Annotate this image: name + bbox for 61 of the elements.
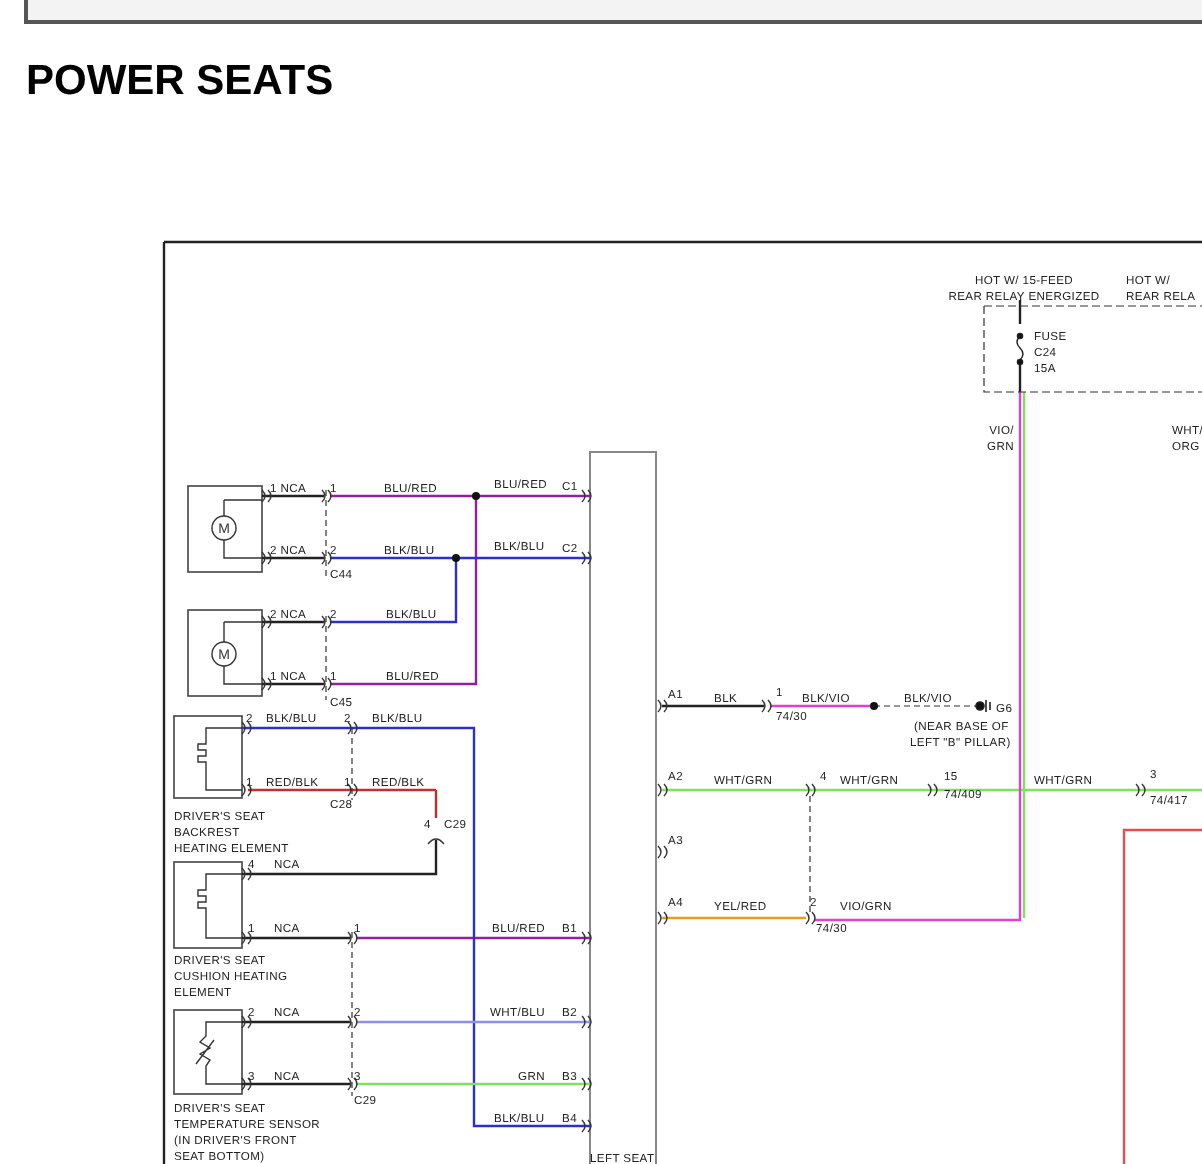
connector-icon: [657, 911, 668, 925]
connector-icon: [1135, 783, 1146, 797]
motor-box: [187, 609, 263, 697]
connector-icon: [321, 551, 332, 565]
connector-icon: [427, 838, 445, 845]
connector-icon: [241, 931, 252, 945]
page-heading: POWER SEATS: [26, 56, 336, 108]
splice-dot: [452, 554, 460, 562]
connector-icon: [347, 721, 358, 735]
sensor-icon: [195, 1021, 243, 1085]
connector-icon: [321, 615, 332, 629]
heater-icon: [197, 873, 243, 939]
connector-icon: [581, 931, 592, 945]
motor-box: [187, 485, 263, 573]
connector-icon: [241, 721, 252, 735]
connector-icon: [241, 783, 252, 797]
connector-icon: [927, 783, 938, 797]
connector-icon: [581, 489, 592, 503]
dashed-connector-line: [809, 795, 811, 913]
connector-icon: [657, 699, 668, 713]
heater-box: [173, 715, 243, 799]
connector-icon: [581, 551, 592, 565]
connector-icon: [581, 1119, 592, 1133]
dashed-connector-line: [873, 705, 981, 707]
connector-icon: [261, 615, 272, 629]
fuse-icon: [1016, 332, 1024, 366]
wire: [1018, 300, 1022, 324]
wire: [662, 704, 764, 708]
dashed-connector-line: [325, 615, 327, 701]
connector-icon: [321, 677, 332, 691]
connector-icon: [261, 489, 272, 503]
heater-box: [173, 861, 243, 949]
sensor-box: [173, 1009, 243, 1095]
connector-icon: [805, 783, 816, 797]
connector-icon: [241, 1077, 252, 1091]
connector-icon: [347, 931, 358, 945]
connector-icon: [805, 911, 816, 925]
connector-icon: [347, 1015, 358, 1029]
connector-icon: [321, 489, 332, 503]
connector-icon: [347, 1077, 358, 1091]
connector-icon: [347, 783, 358, 797]
dashed-connector-line: [351, 727, 353, 801]
wire: [662, 916, 806, 920]
dashed-connector-line: [325, 489, 327, 581]
connector-icon: [261, 677, 272, 691]
connector-icon: [657, 845, 668, 859]
wire: [262, 620, 324, 624]
connector-icon: [241, 867, 252, 881]
connector-icon: [261, 551, 272, 565]
connector-icon: [581, 1077, 592, 1091]
wire: [262, 682, 324, 686]
connector-icon: [657, 783, 668, 797]
heater-icon: [197, 727, 243, 791]
wire: [262, 494, 324, 498]
connector-icon: [761, 699, 772, 713]
splice-dot: [472, 492, 480, 500]
connector-icon: [581, 1015, 592, 1029]
wire: [262, 556, 324, 560]
splice-dot: [870, 702, 878, 710]
connector-icon: [241, 1015, 252, 1029]
ground-icon: [975, 699, 991, 713]
